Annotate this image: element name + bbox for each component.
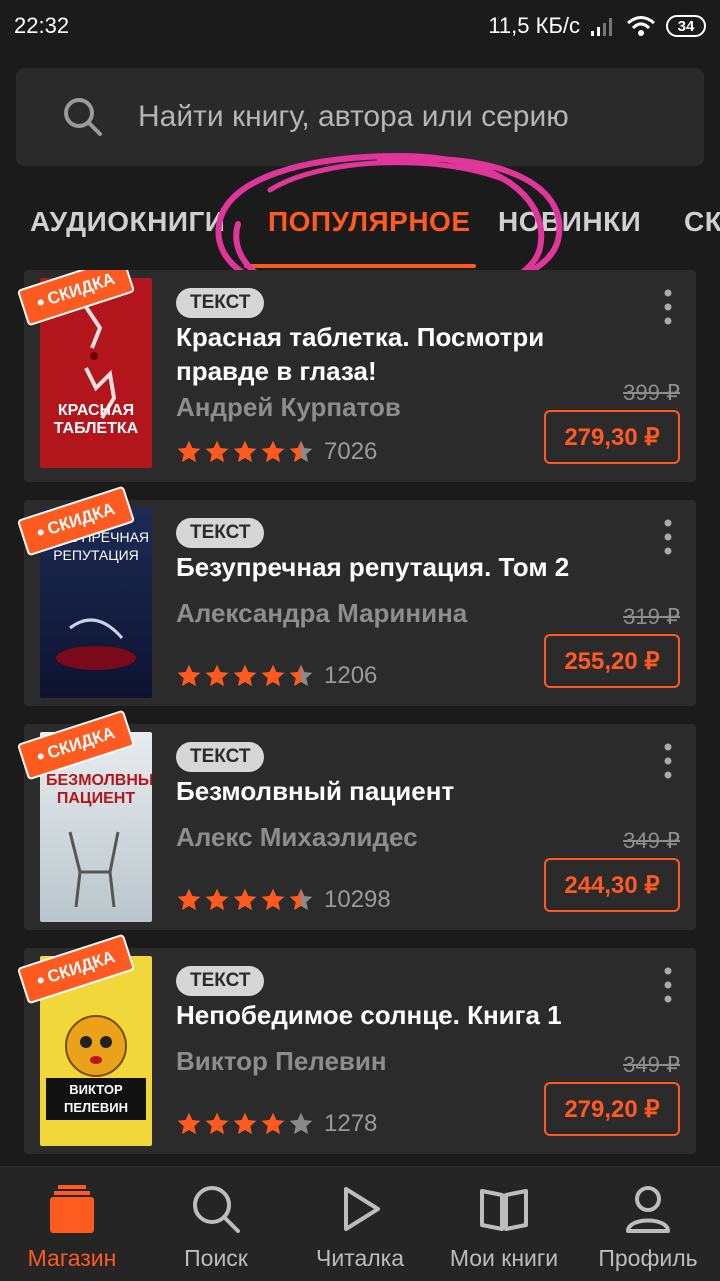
tab-discounts[interactable]: СК — [684, 206, 720, 238]
star-full-icon — [261, 1112, 285, 1135]
rating-count: 1278 — [324, 1110, 378, 1137]
nav-search[interactable]: Поиск — [144, 1167, 288, 1281]
rating-stars — [176, 663, 314, 689]
search-bar[interactable]: Найти книгу, автора или серию — [16, 68, 704, 166]
book-title[interactable]: Безупречная репутация. Том 2 — [176, 550, 616, 584]
buy-button[interactable]: 244,30 ₽ — [544, 858, 680, 912]
book-icon — [480, 1189, 528, 1231]
tab-audiobooks[interactable]: АУДИОКНИГИ — [30, 206, 225, 238]
star-full-icon — [261, 888, 285, 911]
person-icon — [626, 1186, 670, 1233]
buy-button[interactable]: 279,30 ₽ — [544, 410, 680, 464]
star-full-icon — [261, 440, 285, 463]
category-tabs: АУДИОКНИГИ ПОПУЛЯРНОЕ НОВИНКИ СК — [0, 180, 720, 270]
old-price: 399 ₽ — [623, 380, 680, 405]
cover-title: БЕЗМОЛВНЫЙ ПАЦИЕНТ — [46, 772, 152, 807]
book-card[interactable]: ВИКТОР ПЕЛЕВИН СКИДКА ТЕКСТ Непобедимое … — [16, 933, 696, 1154]
book-title[interactable]: Красная таблетка. Посмотри правде в глаз… — [176, 320, 616, 388]
rating: 10298 — [176, 886, 391, 914]
nav-label: Мои книги — [449, 1245, 559, 1271]
book-title[interactable]: Непобедимое солнце. Книга 1 — [176, 998, 616, 1032]
nav-label: Читалка — [315, 1245, 405, 1271]
rating: 7026 — [176, 438, 377, 466]
tab-new[interactable]: НОВИНКИ — [498, 206, 641, 238]
signal-icon — [591, 18, 612, 36]
rating-stars — [176, 439, 314, 465]
buy-button[interactable]: 279,20 ₽ — [544, 1082, 680, 1136]
nav-store[interactable]: Магазин — [0, 1167, 144, 1281]
cover-title: КРАСНАЯ ТАБЛЕТКА — [53, 402, 139, 437]
book-author[interactable]: Александра Маринина — [176, 598, 467, 629]
star-full-icon — [261, 664, 285, 687]
star-full-icon — [233, 440, 257, 463]
more-options-icon[interactable] — [656, 288, 680, 326]
rating-count: 10298 — [324, 886, 391, 913]
more-options-icon[interactable] — [656, 742, 680, 780]
star-full-icon — [205, 440, 229, 463]
star-full-icon — [233, 664, 257, 687]
old-price: 349 ₽ — [623, 828, 680, 853]
play-icon — [344, 1187, 380, 1231]
tab-popular[interactable]: ПОПУЛЯРНОЕ — [268, 206, 471, 238]
active-tab-indicator — [244, 264, 476, 268]
type-chip: ТЕКСТ — [176, 742, 265, 772]
nav-my-books[interactable]: Мои книги — [432, 1167, 576, 1281]
search-input[interactable]: Найти книгу, автора или серию — [138, 100, 569, 134]
search-icon — [64, 98, 102, 136]
nav-profile[interactable]: Профиль — [576, 1167, 720, 1281]
bottom-navigation: Магазин Поиск Читалка Мои книги Профиль — [0, 1166, 720, 1281]
rating: 1278 — [176, 1110, 377, 1138]
store-icon — [50, 1185, 94, 1233]
rating: 1206 — [176, 662, 377, 690]
rating-stars — [176, 1111, 314, 1137]
type-chip: ТЕКСТ — [176, 518, 265, 548]
star-full-icon — [205, 664, 229, 687]
star-full-icon — [177, 664, 201, 687]
star-half-icon — [289, 664, 313, 687]
star-full-icon — [205, 1112, 229, 1135]
star-full-icon — [177, 440, 201, 463]
cover-title: ВИКТОР ПЕЛЕВИН — [46, 1078, 146, 1120]
type-chip: ТЕКСТ — [176, 966, 265, 996]
star-full-icon — [233, 1112, 257, 1135]
type-chip: ТЕКСТ — [176, 288, 265, 318]
star-full-icon — [233, 888, 257, 911]
rating-stars — [176, 887, 314, 913]
battery-indicator: 34 — [666, 15, 706, 37]
star-full-icon — [177, 1112, 201, 1135]
status-indicators: 11,5 КБ/с 34 — [488, 13, 706, 39]
star-empty-icon — [289, 1112, 313, 1135]
status-time: 22:32 — [14, 13, 70, 38]
book-author[interactable]: Андрей Курпатов — [176, 392, 401, 423]
nav-reader[interactable]: Читалка — [288, 1167, 432, 1281]
old-price: 349 ₽ — [623, 1052, 680, 1077]
rating-count: 1206 — [324, 662, 378, 689]
book-title[interactable]: Безмолвный пациент — [176, 774, 616, 808]
book-author[interactable]: Виктор Пелевин — [176, 1046, 387, 1077]
buy-button[interactable]: 255,20 ₽ — [544, 634, 680, 688]
book-list: КРАСНАЯ ТАБЛЕТКА СКИДКА ТЕКСТ Красная та… — [0, 270, 720, 1162]
book-card[interactable]: БЕЗМОЛВНЫЙ ПАЦИЕНТ СКИДКА ТЕКСТ Безмолвн… — [16, 709, 696, 930]
rating-count: 7026 — [324, 438, 378, 465]
nav-label: Магазин — [27, 1245, 117, 1271]
more-options-icon[interactable] — [656, 966, 680, 1004]
star-half-icon — [289, 440, 313, 463]
book-card[interactable]: БЕЗУПРЕЧНАЯ РЕПУТАЦИЯ СКИДКА ТЕКСТ Безуп… — [16, 485, 696, 706]
more-options-icon[interactable] — [656, 518, 680, 556]
old-price: 319 ₽ — [623, 604, 680, 629]
nav-label: Поиск — [184, 1245, 248, 1271]
status-bar: 22:32 11,5 КБ/с 34 — [0, 0, 720, 52]
star-half-icon — [289, 888, 313, 911]
book-author[interactable]: Алекс Михаэлидес — [176, 822, 418, 853]
book-card[interactable]: КРАСНАЯ ТАБЛЕТКА СКИДКА ТЕКСТ Красная та… — [16, 270, 696, 482]
star-full-icon — [205, 888, 229, 911]
nav-label: Профиль — [598, 1245, 698, 1271]
network-speed: 11,5 КБ/с — [488, 13, 580, 38]
wifi-icon — [627, 16, 655, 36]
star-full-icon — [177, 888, 201, 911]
search-icon — [193, 1186, 240, 1233]
